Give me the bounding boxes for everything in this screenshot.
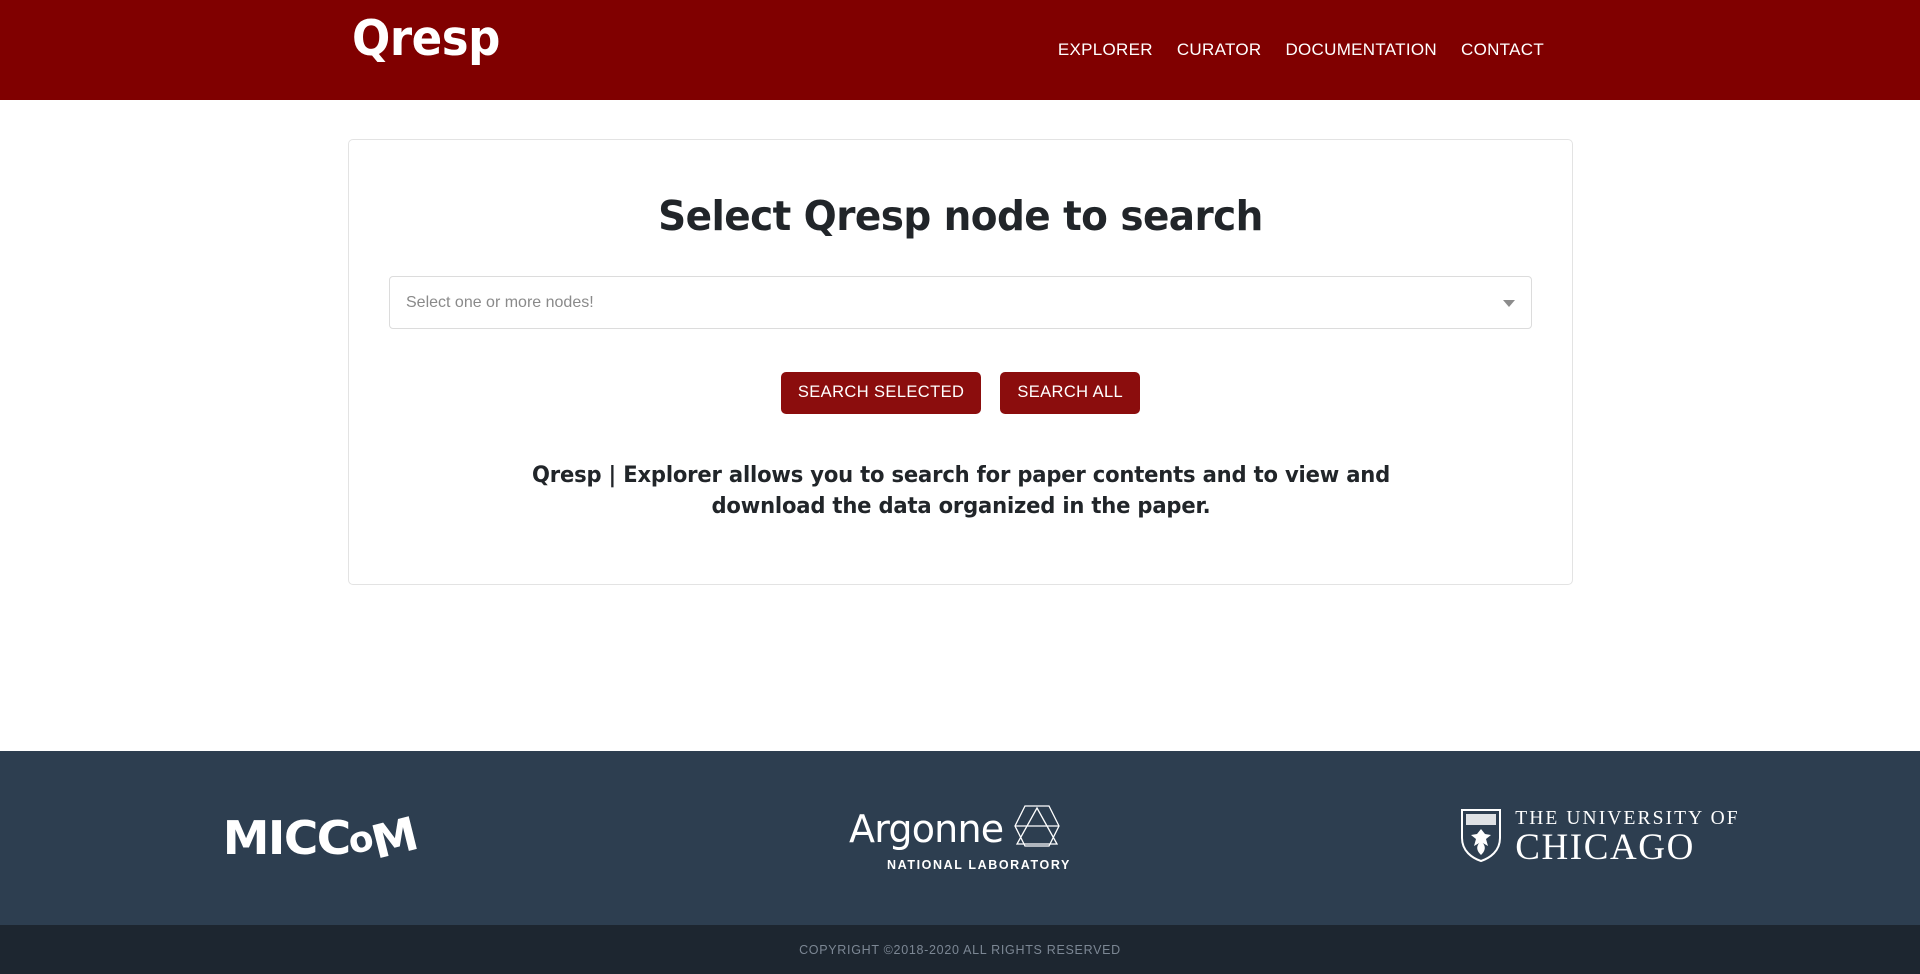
search-selected-button[interactable]: SEARCH SELECTED	[780, 372, 982, 414]
page-title: Select Qresp node to search	[658, 192, 1263, 240]
argonne-logo-slot: Argonne NATIONAL LABORATORY	[640, 751, 1280, 925]
argonne-hexagon-icon	[1013, 804, 1061, 853]
miccom-logo-text-part: MICC	[222, 811, 351, 865]
action-button-row: SEARCH SELECTED SEARCH ALL	[389, 372, 1532, 414]
uchicago-logo-line2: CHICAGO	[1515, 827, 1695, 869]
miccom-logo-m-glyph: M	[365, 806, 422, 870]
site-footer: MICC o M Argonne NATIONAL LABORATORY THE…	[0, 751, 1920, 925]
argonne-logo-subtitle: NATIONAL LABORATORY	[887, 858, 1071, 872]
nav-item-curator[interactable]: CURATOR	[1165, 40, 1274, 60]
uchicago-logo-text: THE UNIVERSITY OF CHICAGO	[1515, 808, 1740, 868]
main-content: Select Qresp node to search Select one o…	[0, 100, 1920, 751]
main-nav: EXPLORER CURATOR DOCUMENTATION CONTACT	[0, 40, 1920, 60]
uchicago-shield-icon	[1460, 808, 1502, 868]
nav-item-explorer[interactable]: EXPLORER	[1046, 40, 1165, 60]
argonne-logo-word: Argonne	[849, 806, 1004, 851]
nav-item-contact[interactable]: CONTACT	[1449, 40, 1556, 60]
nav-item-documentation[interactable]: DOCUMENTATION	[1273, 40, 1449, 60]
chevron-down-icon[interactable]	[1503, 299, 1515, 307]
node-select-placeholder: Select one or more nodes!	[406, 293, 594, 311]
argonne-logo: Argonne NATIONAL LABORATORY	[849, 804, 1071, 872]
copyright-bar: COPYRIGHT ©2018-2020 ALL RIGHTS RESERVED	[0, 925, 1920, 974]
argonne-logo-top: Argonne	[849, 804, 1061, 853]
node-search-card: Select Qresp node to search Select one o…	[348, 139, 1573, 585]
uchicago-logo-line1: THE UNIVERSITY OF	[1515, 808, 1740, 830]
uchicago-logo-slot: THE UNIVERSITY OF CHICAGO	[1280, 751, 1920, 925]
miccom-logo: MICC o M	[222, 806, 422, 869]
university-of-chicago-logo: THE UNIVERSITY OF CHICAGO	[1460, 808, 1740, 868]
site-header: Qresp EXPLORER CURATOR DOCUMENTATION CON…	[0, 0, 1920, 100]
miccom-logo-slot: MICC o M	[0, 751, 640, 925]
copyright-text: COPYRIGHT ©2018-2020 ALL RIGHTS RESERVED	[799, 942, 1121, 957]
search-all-button[interactable]: SEARCH ALL	[1000, 372, 1141, 414]
explorer-description: Qresp | Explorer allows you to search fo…	[531, 462, 1390, 520]
node-select[interactable]: Select one or more nodes!	[389, 276, 1532, 329]
